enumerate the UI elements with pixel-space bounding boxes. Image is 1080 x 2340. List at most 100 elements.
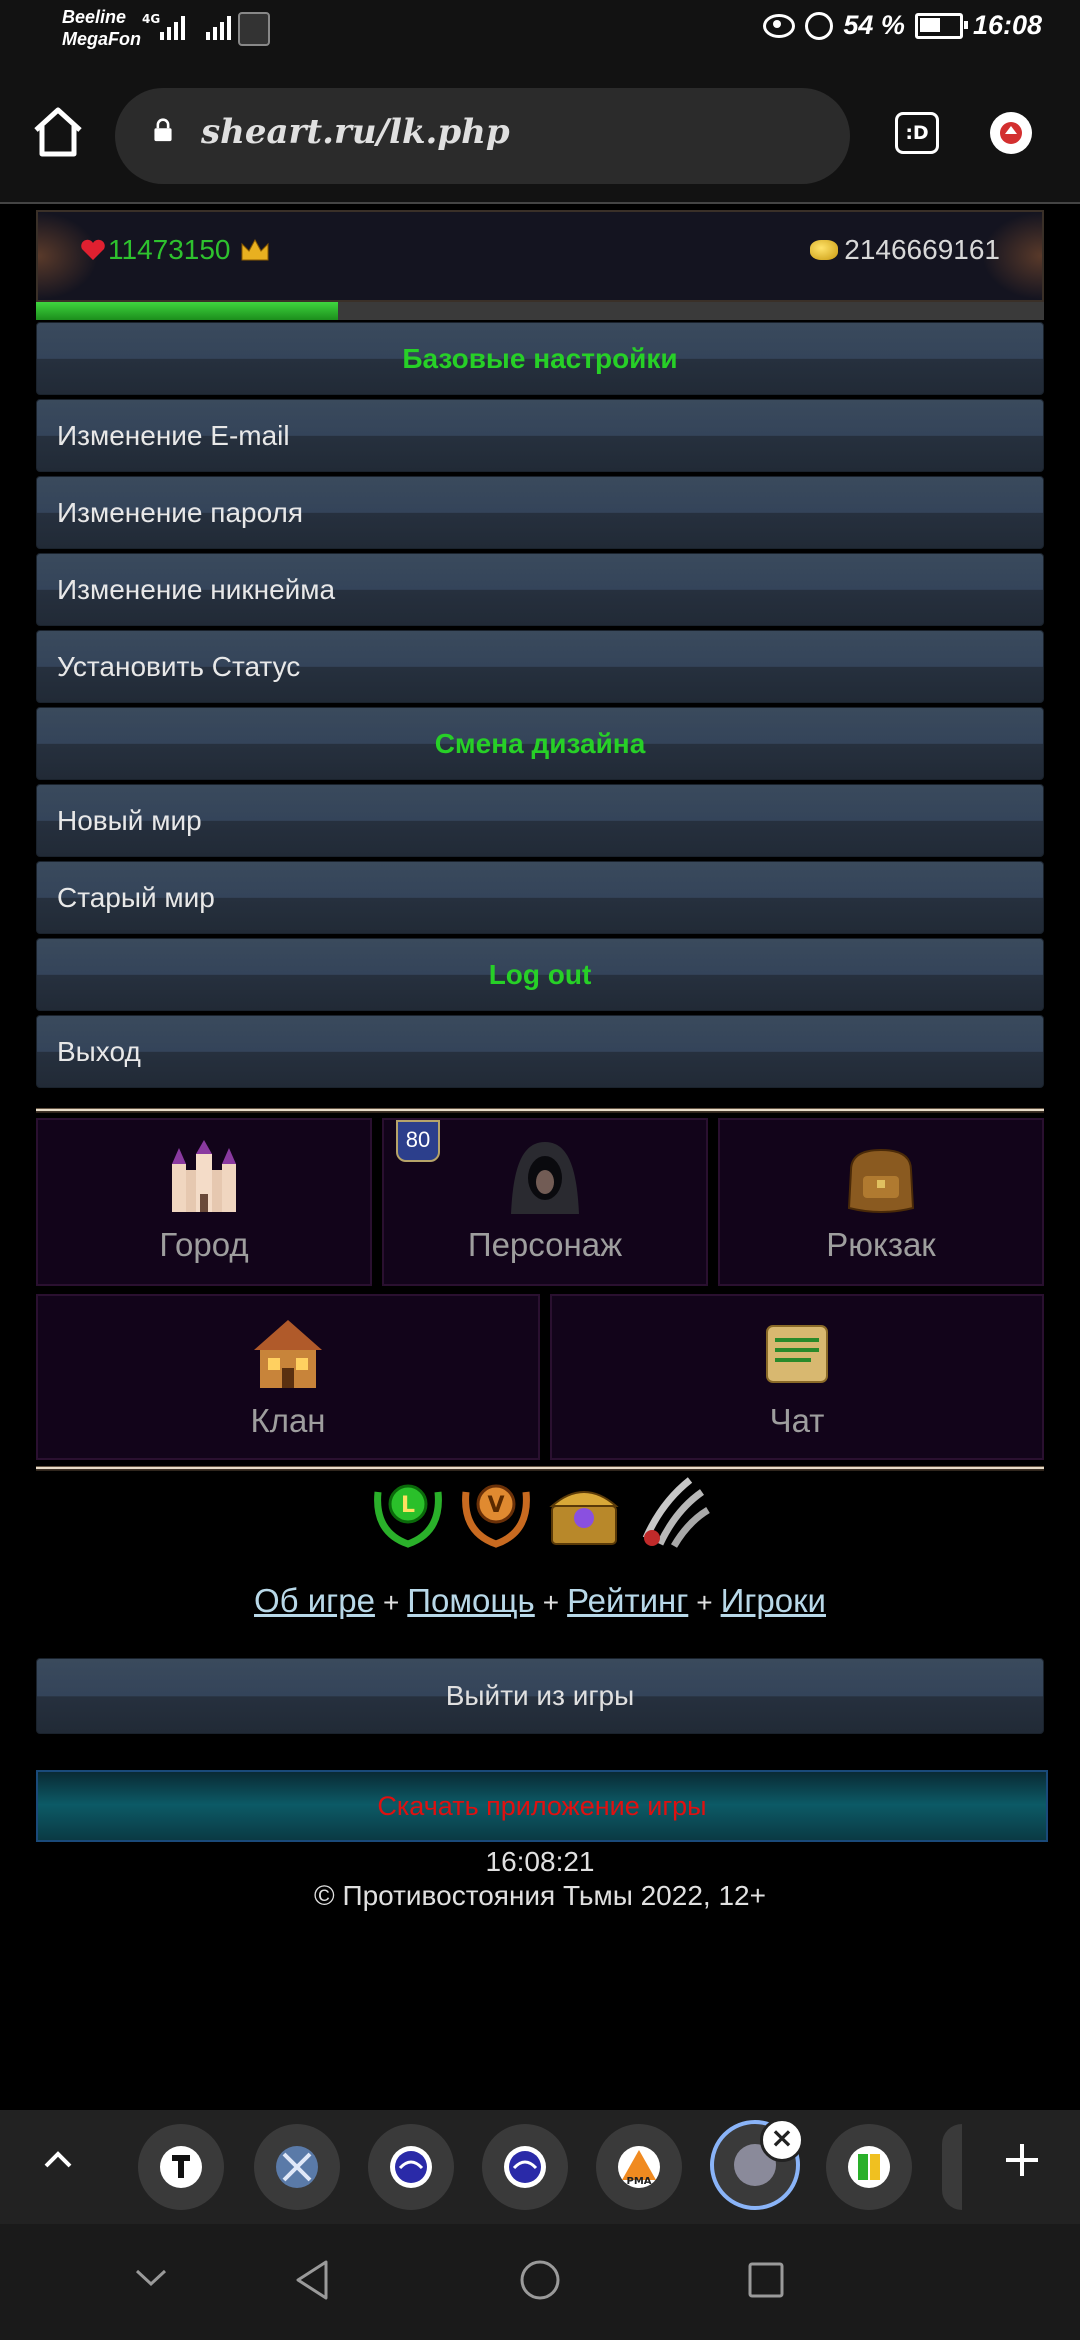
gold-coin-icon: [810, 240, 839, 260]
chevron-down-icon[interactable]: [134, 2268, 168, 2288]
back-icon[interactable]: [292, 2258, 332, 2302]
recents-icon[interactable]: [746, 2260, 786, 2300]
section-header-logout: Log out: [36, 938, 1044, 1011]
eye-comfort-icon: [763, 13, 796, 38]
menu-item-change-email[interactable]: Изменение E-mail: [36, 399, 1044, 472]
link-separator: +: [696, 1587, 713, 1618]
tab-leaf[interactable]: [826, 2124, 912, 2210]
chevron-up-icon[interactable]: [40, 2142, 76, 2178]
level-badge: 80: [396, 1120, 440, 1162]
copyright: © Противостояния Тьмы 2022, 12+: [314, 1880, 766, 1911]
tab-mint-2[interactable]: [482, 2124, 568, 2210]
experience-bar-fill: [36, 302, 339, 320]
bronze-trophy-icon[interactable]: V: [456, 1472, 536, 1552]
tile-backpack[interactable]: Рюкзак: [718, 1118, 1044, 1286]
swords-icon: [276, 2146, 318, 2188]
t-icon: [160, 2146, 202, 2188]
gold-display: 2146669161: [810, 234, 1000, 266]
menu-item-change-nickname[interactable]: Изменение никнейма: [36, 553, 1044, 626]
link-separator: +: [382, 1587, 400, 1618]
clock: 16:08: [972, 10, 1042, 40]
home-icon[interactable]: [30, 104, 86, 160]
link-about[interactable]: Об игре: [254, 1582, 375, 1619]
footer-links: Об игре + Помощь + Рейтинг + Игроки: [0, 1582, 1080, 1620]
carrier-info: Beeline MegaFon: [62, 6, 141, 50]
lock-icon: [154, 118, 172, 142]
tile-chat[interactable]: Чат: [550, 1294, 1044, 1460]
tab-strip: PMA ×: [0, 2110, 1080, 2224]
system-navigation-bar: [0, 2224, 1080, 2340]
carrier-1: Beeline: [62, 7, 127, 27]
divider: [36, 1466, 1044, 1471]
mint-swirl-icon: [390, 2146, 432, 2188]
close-tab-icon[interactable]: ×: [760, 2118, 804, 2162]
menu-item-set-status[interactable]: Установить Статус: [36, 630, 1044, 703]
tile-clan[interactable]: Клан: [36, 1294, 540, 1460]
claws-icon[interactable]: [632, 1472, 712, 1552]
tile-backpack-label: Рюкзак: [826, 1226, 936, 1263]
pma-icon: PMA: [618, 2146, 660, 2188]
menu-item-new-world[interactable]: Новый мир: [36, 784, 1044, 857]
status-bar: Beeline MegaFon 4G 54 % 16:08: [0, 0, 1080, 60]
home-nav-icon[interactable]: [518, 2258, 562, 2302]
section-header-design: Смена дизайна: [36, 707, 1044, 780]
tile-character[interactable]: 80 Персонаж: [382, 1118, 708, 1286]
pma-label: PMA: [626, 2176, 651, 2187]
new-tab-icon[interactable]: [1002, 2140, 1042, 2180]
network-type: 4G: [142, 12, 161, 26]
house-icon: [254, 1320, 322, 1388]
address-bar[interactable]: sheart.ru/lk.php: [115, 88, 850, 184]
link-help[interactable]: Помощь: [407, 1582, 534, 1619]
tab-partial[interactable]: [942, 2124, 962, 2210]
tab-mint-1[interactable]: [368, 2124, 454, 2210]
mint-swirl-icon: [504, 2146, 546, 2188]
green-trophy-icon[interactable]: L: [368, 1472, 448, 1552]
crown-icon: [241, 238, 268, 261]
tile-city-label: Город: [159, 1226, 249, 1263]
treasure-chest-icon[interactable]: [544, 1472, 624, 1552]
tile-character-label: Персонаж: [467, 1226, 623, 1263]
tile-chat-label: Чат: [769, 1402, 825, 1439]
signal-icon: [206, 14, 231, 40]
app-notification-icon: [238, 12, 270, 46]
signal-icon: [160, 14, 185, 40]
gold-value: 2146669161: [844, 234, 1000, 265]
heart-icon: [81, 239, 105, 260]
menu-item-exit[interactable]: Выход: [36, 1015, 1044, 1088]
extension-button[interactable]: :D: [895, 112, 939, 154]
experience-bar: [36, 302, 1044, 320]
upload-icon[interactable]: [990, 112, 1032, 154]
tab-swords[interactable]: [254, 2124, 340, 2210]
download-app-button[interactable]: Скачать приложение игры: [36, 1770, 1048, 1842]
tab-pma[interactable]: PMA: [596, 2124, 682, 2210]
link-rating[interactable]: Рейтинг: [567, 1582, 688, 1619]
browser-toolbar: sheart.ru/lk.php :D: [0, 60, 1080, 204]
battery-icon: [914, 12, 968, 39]
hp-value: 11473150: [108, 234, 231, 265]
server-time: 16:08:21: [485, 1846, 595, 1877]
link-players[interactable]: Игроки: [721, 1582, 826, 1619]
svg-text:V: V: [487, 1493, 504, 1518]
url-text: sheart.ru/lk.php: [201, 112, 510, 152]
exit-game-button[interactable]: Выйти из игры: [36, 1658, 1044, 1734]
castle-icon: [172, 1140, 236, 1212]
menu-item-old-world[interactable]: Старый мир: [36, 861, 1044, 934]
game-header: 11473150 2146669161: [36, 210, 1044, 302]
divider: [36, 1108, 1044, 1113]
battery-percent: 54 %: [843, 10, 905, 40]
scroll-icon: [766, 1325, 828, 1383]
hp-display: 11473150: [80, 234, 271, 266]
exit-game-label: Выйти из игры: [36, 1658, 1044, 1734]
svg-text:L: L: [401, 1493, 415, 1518]
tile-city[interactable]: Город: [36, 1118, 372, 1286]
settings-menu: Базовые настройки Изменение E-mail Измен…: [36, 322, 1044, 1092]
tile-clan-label: Клан: [250, 1402, 326, 1439]
link-separator: +: [542, 1587, 560, 1618]
tab-t[interactable]: [138, 2124, 224, 2210]
carrier-2: MegaFon: [62, 29, 141, 49]
hooded-figure-icon: [511, 1142, 579, 1214]
menu-item-change-password[interactable]: Изменение пароля: [36, 476, 1044, 549]
leaf-icon: [848, 2146, 890, 2188]
backpack-icon: [847, 1148, 915, 1213]
section-header-basic: Базовые настройки: [36, 322, 1044, 395]
